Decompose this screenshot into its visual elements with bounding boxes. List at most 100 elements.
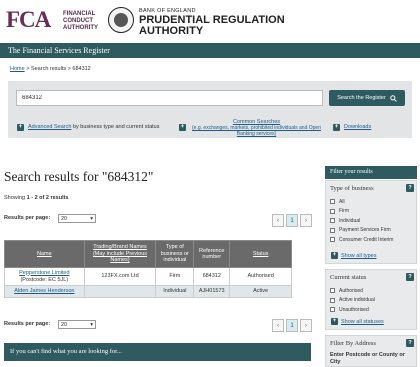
column-header-type: Type of business or individual <box>155 240 195 268</box>
filter-option[interactable]: Consumer Credit Interim <box>330 235 393 245</box>
checkbox[interactable] <box>330 307 335 313</box>
filter-option[interactable]: Unauthorised <box>330 305 375 315</box>
table-cell-reference: 684312 <box>193 267 231 286</box>
result-name-link[interactable]: Pepperstone Limited <box>7 270 82 277</box>
pagination-prev-button[interactable]: ‹ <box>272 319 284 332</box>
results-per-page-select-top[interactable]: 20 ▾ <box>58 214 96 223</box>
results-per-page-label: Results per page: <box>4 321 51 327</box>
filter-option[interactable]: Payment Services Firm <box>330 226 393 236</box>
table-cell-status: Authorised <box>229 267 292 286</box>
result-postcode: (Postcode: EC 5JL) <box>20 276 69 283</box>
filter-option-label: Authorised <box>339 287 363 294</box>
filter-address-title: Filter By Address <box>330 340 376 347</box>
show-all-types-link[interactable]: Show all types <box>341 253 376 259</box>
breadcrumb: Home > Search results > 684312 <box>10 66 91 72</box>
breadcrumb-home-link[interactable]: Home <box>10 66 25 72</box>
filter-current-status: Current status ? Authorised Active indiv… <box>325 269 417 330</box>
column-header-type-line: individual <box>163 257 187 264</box>
table-row: Alden James Henderson Individual AJH0157… <box>4 285 292 298</box>
filter-option-label: Consumer Credit Interim <box>339 236 394 243</box>
breadcrumb-current: 684312 <box>72 66 91 72</box>
advanced-search-expand-icon[interactable]: + <box>17 124 24 131</box>
help-icon[interactable]: ? <box>406 339 414 347</box>
checkbox[interactable] <box>330 297 335 303</box>
column-header-reference-line: number <box>202 254 222 260</box>
downloads-link[interactable]: Downloads <box>344 124 371 130</box>
checkbox[interactable] <box>330 237 335 243</box>
search-icon <box>390 94 397 102</box>
table-cell-name: Pepperstone Limited (Postcode: EC 5JL) <box>4 267 85 286</box>
pagination-page-button[interactable]: 1 <box>286 214 298 227</box>
show-all-types-icon[interactable]: + <box>331 252 338 259</box>
filter-option-label: Unauthorised <box>339 306 369 313</box>
help-icon[interactable]: ? <box>406 184 414 192</box>
pra-title-line2: AUTHORITY <box>139 25 204 37</box>
filter-option[interactable]: All <box>330 197 393 207</box>
breadcrumb-separator: > <box>67 66 71 72</box>
filter-option-label: Payment Services Firm <box>339 227 391 234</box>
advanced-search-option: Advanced Search by business type and cur… <box>28 124 159 130</box>
help-icon[interactable]: ? <box>406 273 414 281</box>
filter-option[interactable]: Authorised <box>330 286 375 296</box>
search-input[interactable] <box>16 90 323 106</box>
pagination-page-button[interactable]: 1 <box>286 319 298 332</box>
checkbox[interactable] <box>330 227 335 233</box>
column-header-name[interactable]: Name <box>4 240 85 268</box>
bank-of-england-seal-icon <box>108 7 134 33</box>
filter-header: Filter your results <box>325 166 417 179</box>
common-searches-subtext[interactable]: (e.g. exchanges, markets, prohibited ind… <box>190 125 323 137</box>
advanced-search-link[interactable]: Advanced Search <box>28 124 71 130</box>
filter-option-label: Active individual <box>339 297 375 304</box>
common-searches-expand-icon[interactable]: + <box>179 124 186 131</box>
status-options: Authorised Active individual Unauthorise… <box>330 286 375 315</box>
column-header-trading-line[interactable]: Names) <box>86 257 155 264</box>
pagination-next-button[interactable]: › <box>300 214 312 227</box>
pagination-prev-button[interactable]: ‹ <box>272 214 284 227</box>
search-the-register-button[interactable]: Search the Register <box>329 90 405 106</box>
common-searches-option: Common Searches (e.g. exchanges, markets… <box>190 119 323 137</box>
fca-line: AUTHORITY <box>63 25 98 31</box>
filter-current-status-title: Current status <box>330 274 367 281</box>
downloads-expand-icon[interactable]: + <box>333 124 340 131</box>
filter-option-label: All <box>339 198 345 205</box>
result-name-link[interactable]: Alden James Henderson <box>14 288 74 294</box>
chevron-down-icon: ▾ <box>90 215 93 222</box>
breadcrumb-search-results: Search results <box>30 66 67 72</box>
results-per-page-value: 20 <box>61 215 68 222</box>
results-title: Search results for "684312" <box>4 169 154 184</box>
showing-prefix: Showing <box>4 195 26 201</box>
filter-option[interactable]: Individual <box>330 216 393 226</box>
table-cell-status: Active <box>229 285 292 298</box>
table-cell-type: Firm <box>155 267 195 286</box>
business-type-options: All Firm Individual Payment Services Fir… <box>330 197 393 245</box>
cant-find-bar[interactable]: If you can't find what you are looking f… <box>4 343 311 361</box>
fca-logo: FCA <box>6 7 51 32</box>
checkbox[interactable] <box>330 199 335 205</box>
results-per-page-select-bottom[interactable]: 20 ▾ <box>58 320 96 329</box>
table-cell-trading <box>83 285 157 298</box>
show-all-statuses-link[interactable]: Show all statuses <box>341 319 384 325</box>
filter-business-type-title: Type of business <box>330 185 374 192</box>
results-count: Showing 1 - 2 of 2 results <box>4 195 69 201</box>
results-per-page-value: 20 <box>61 321 68 328</box>
show-all-statuses-icon[interactable]: + <box>331 318 338 325</box>
filter-option[interactable]: Active individual <box>330 296 375 306</box>
column-header-trading-names[interactable]: Trading/Brand Names (May include Previou… <box>83 240 157 268</box>
checkbox[interactable] <box>330 208 335 214</box>
column-header-status-label[interactable]: Status <box>253 251 269 257</box>
column-header-name-label[interactable]: Name <box>37 251 52 257</box>
filter-address-label: Enter Postcode or County or City <box>330 352 405 365</box>
showing-range: 1 - 2 of 2 results <box>26 195 69 201</box>
results-per-page-label: Results per page: <box>4 215 51 221</box>
checkbox[interactable] <box>330 218 335 224</box>
filter-address: Filter By Address ? Enter Postcode or Co… <box>325 335 417 367</box>
table-cell-type: Individual <box>155 285 195 298</box>
filter-option[interactable]: Firm <box>330 207 393 217</box>
column-header-trading-line[interactable]: Trading/Brand Names <box>86 244 155 251</box>
pagination-top: ‹ 1 › <box>272 214 312 227</box>
pagination-next-button[interactable]: › <box>300 319 312 332</box>
checkbox[interactable] <box>330 288 335 294</box>
column-header-status[interactable]: Status <box>229 240 292 268</box>
pagination-bottom: ‹ 1 › <box>272 319 312 332</box>
breadcrumb-separator: > <box>26 66 30 72</box>
